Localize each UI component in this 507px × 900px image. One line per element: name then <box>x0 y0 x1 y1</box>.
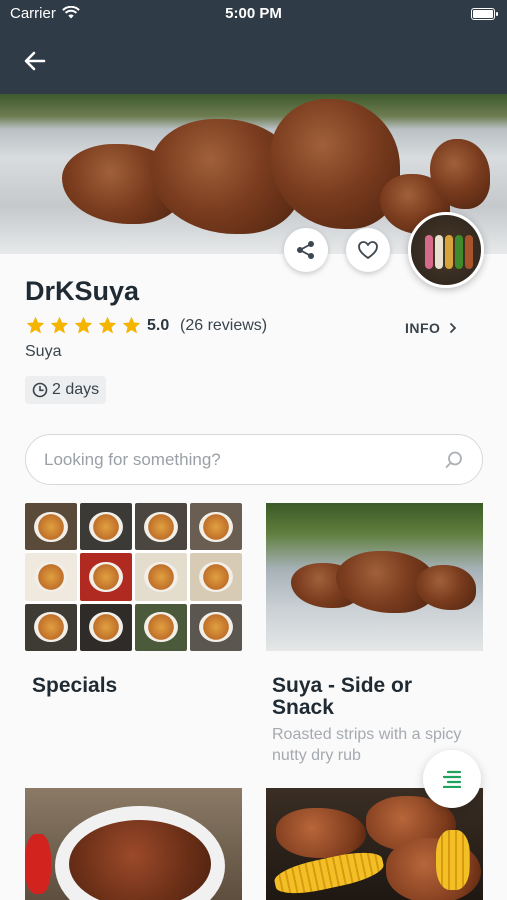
star-icon <box>50 316 69 334</box>
duration-text: 2 days <box>52 381 100 398</box>
duration-badge: 2 days <box>25 376 107 404</box>
restaurant-name: DrKSuya <box>25 276 140 306</box>
star-icon <box>74 316 93 334</box>
category-image-specials[interactable] <box>25 503 242 651</box>
search-bar <box>25 434 483 485</box>
chevron-right-icon <box>449 323 457 333</box>
share-icon <box>297 241 314 259</box>
share-button[interactable] <box>284 228 328 272</box>
star-icon <box>26 316 45 334</box>
status-bar: Carrier 5:00 PM <box>0 0 507 28</box>
category-title[interactable]: Specials <box>32 675 232 697</box>
review-count[interactable]: (26 reviews) <box>180 317 267 335</box>
heart-outline-icon <box>358 241 378 259</box>
favorite-button[interactable] <box>346 228 390 272</box>
info-label: INFO <box>405 320 441 336</box>
clock: 5:00 PM <box>225 5 282 22</box>
cuisine-label: Suya <box>25 343 62 360</box>
star-icon <box>122 316 141 334</box>
rating-value: 5.0 <box>147 317 170 334</box>
category-title[interactable]: Suya - Side or Snack <box>272 675 472 719</box>
search-input[interactable] <box>44 435 444 484</box>
menu-list-icon <box>442 770 462 788</box>
star-rating <box>25 315 142 336</box>
arrow-left-icon <box>24 51 46 71</box>
restaurant-avatar <box>408 212 484 288</box>
category-image-pepper-soup[interactable] <box>25 788 242 900</box>
category-image-suya[interactable] <box>266 503 483 651</box>
battery-icon <box>471 8 498 20</box>
menu-fab-button[interactable] <box>423 750 481 808</box>
navigation-bar <box>0 28 507 94</box>
clock-icon <box>32 382 48 398</box>
back-button[interactable] <box>18 46 52 76</box>
star-icon <box>98 316 117 334</box>
search-icon[interactable] <box>444 450 464 470</box>
info-link[interactable]: INFO <box>405 320 458 336</box>
